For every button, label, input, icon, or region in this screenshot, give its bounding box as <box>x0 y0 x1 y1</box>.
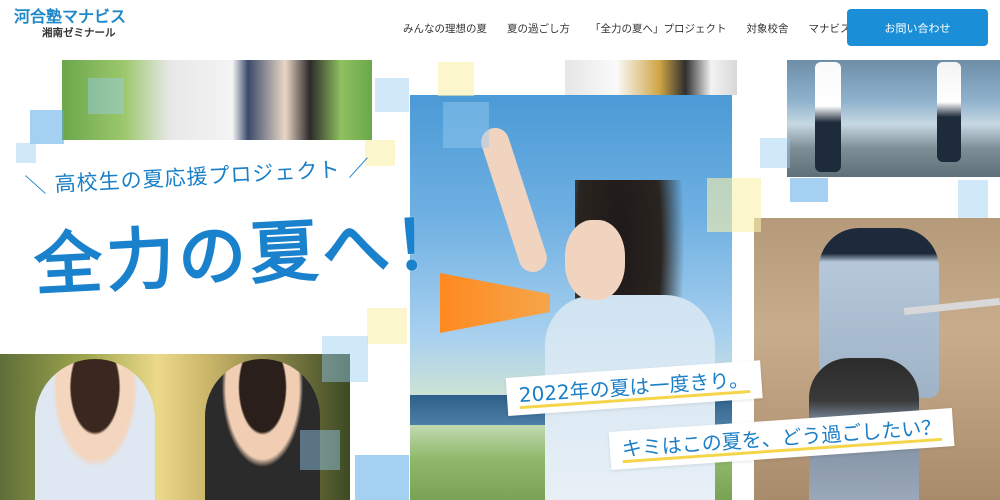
decor-tile <box>367 308 407 344</box>
nav-item-project[interactable]: 「全力の夏へ」プロジェクト <box>590 21 727 36</box>
decor-tile <box>760 138 790 168</box>
photo-friends-in-yukata <box>0 354 350 500</box>
hero-headline: 全力の夏へ！ <box>32 203 468 306</box>
decor-tile <box>322 336 368 382</box>
decor-tile <box>88 78 124 114</box>
global-nav: みんなの理想の夏 夏の過ごし方 「全力の夏へ」プロジェクト 対象校舎 マナビスと… <box>403 21 872 36</box>
logo-main-text: 河合塾マナビス <box>14 7 127 26</box>
nav-item-how-to-spend[interactable]: 夏の過ごし方 <box>507 21 570 36</box>
tagline-text: 高校生の夏応援プロジェクト <box>54 157 341 197</box>
tagline-slash-right: ／ <box>347 155 371 182</box>
logo-sub-text: 湘南ゼミナール <box>42 27 116 39</box>
nav-item-target-schools[interactable]: 対象校舎 <box>747 21 789 36</box>
nav-item-ideal-summer[interactable]: みんなの理想の夏 <box>403 21 487 36</box>
photo-friend-left <box>35 359 155 500</box>
contact-button[interactable]: お問い合わせ <box>847 9 988 46</box>
photo-figure-left <box>815 62 841 172</box>
decor-tile <box>790 178 828 202</box>
photo-baseball-game <box>754 218 1000 500</box>
decor-tile <box>707 178 761 232</box>
photo-girl-face <box>565 220 625 300</box>
decor-tile <box>958 180 988 218</box>
decor-tile <box>438 62 474 96</box>
decor-tile <box>443 102 489 148</box>
photo-figure-right <box>937 62 961 162</box>
decor-tile <box>16 143 36 163</box>
decor-tile <box>355 455 409 500</box>
hero-tagline: ＼ 高校生の夏応援プロジェクト ／ <box>24 152 370 200</box>
tagline-slash-left: ＼ <box>24 172 48 198</box>
site-logo[interactable]: 河合塾マナビス 湘南ゼミナール <box>14 9 126 39</box>
photo-brass-band <box>565 60 737 95</box>
decor-tile <box>375 78 409 112</box>
decor-tile <box>30 110 64 144</box>
site-header: 河合塾マナビス 湘南ゼミナール みんなの理想の夏 夏の過ごし方 「全力の夏へ」プ… <box>0 0 1000 56</box>
photo-students-at-sea <box>787 60 1000 177</box>
decor-tile <box>300 430 340 470</box>
